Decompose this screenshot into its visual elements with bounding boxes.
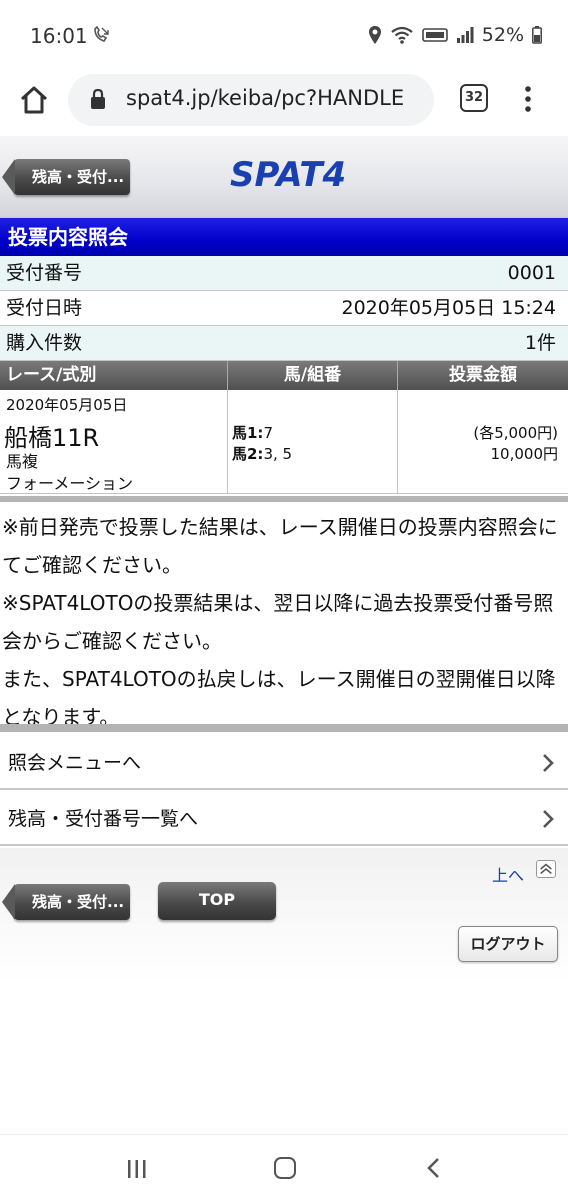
site-header: 残高・受付... SPAT4 (0, 136, 568, 218)
notice-text: ※前日発売で投票した結果は、レース開催日の投票内容照会にてご確認ください。 ※S… (2, 508, 566, 736)
header-horse: 馬/組番 (228, 361, 398, 390)
purchase-count-label: 購入件数 (6, 332, 83, 354)
battery-icon (532, 26, 542, 44)
home-icon[interactable] (16, 82, 52, 118)
horse2-value: 3, 5 (263, 445, 293, 463)
svg-text:SPAT4: SPAT4 (230, 155, 346, 194)
url-text: spat4.jp/keiba/pc?HANDLE (126, 86, 405, 110)
top-button[interactable]: TOP (158, 882, 276, 920)
scroll-top-link[interactable]: 上へ (492, 862, 524, 886)
system-nav-bar (0, 1134, 568, 1200)
page-title: 投票内容照会 (0, 218, 568, 256)
header-race: レース/式別 (0, 361, 228, 390)
balance-list-link[interactable]: 残高・受付番号一覧へ (0, 792, 568, 846)
inquiry-menu-label: 照会メニューへ (8, 752, 142, 774)
home-nav-icon[interactable] (274, 1157, 296, 1179)
footer-balance-back-button[interactable]: 残高・受付... (2, 884, 130, 920)
browser-toolbar: spat4.jp/keiba/pc?HANDLE 32 (0, 72, 568, 134)
recent-apps-icon[interactable] (126, 1159, 148, 1179)
horse2-label: 馬2: (232, 445, 264, 463)
bet-type: 馬複 (6, 452, 39, 471)
wifi-icon (391, 26, 413, 44)
status-icons: 52% (368, 24, 542, 46)
receipt-number-row: 受付番号 0001 (0, 256, 568, 291)
page-footer: 上へ 残高・受付... TOP ログアウト (0, 848, 568, 984)
receipt-number-label: 受付番号 (6, 262, 83, 284)
chevron-right-icon (543, 810, 554, 828)
signal-icon (456, 27, 474, 43)
address-bar[interactable]: spat4.jp/keiba/pc?HANDLE (68, 74, 434, 126)
receipt-date-value: 2020年05月05日 15:24 (341, 297, 556, 319)
divider (0, 724, 568, 732)
logout-button[interactable]: ログアウト (458, 926, 558, 962)
race-date: 2020年05月05日 (6, 396, 128, 414)
divider (0, 496, 568, 502)
status-time: 16:01 (30, 24, 88, 48)
bet-method: フォーメーション (6, 474, 134, 493)
horse1-value: 7 (263, 424, 273, 442)
volte-icon (421, 28, 448, 42)
amount-total: 10,000円 (490, 445, 559, 463)
receipt-date-row: 受付日時 2020年05月05日 15:24 (0, 291, 568, 326)
chevron-right-icon (543, 754, 554, 772)
column-divider (397, 390, 398, 494)
receipt-date-label: 受付日時 (6, 297, 83, 319)
purchase-count-row: 購入件数 1件 (0, 326, 568, 361)
notice-line: ※SPAT4LOTOの投票結果は、翌日以降に過去投票受付番号照会からご確認くださ… (2, 591, 554, 653)
inquiry-menu-link[interactable]: 照会メニューへ (0, 736, 568, 790)
chevron-up-icon[interactable] (536, 860, 556, 878)
horse1-combination: 馬1:7 (232, 422, 273, 443)
more-options-icon[interactable] (520, 84, 536, 114)
back-nav-icon[interactable] (426, 1157, 440, 1179)
amount-each: (各5,000円) (473, 424, 558, 442)
balance-list-label: 残高・受付番号一覧へ (8, 808, 199, 830)
status-bar: 16:01 52% (0, 0, 568, 72)
column-divider (227, 390, 228, 494)
horse1-label: 馬1: (232, 424, 264, 442)
call-forward-icon (94, 26, 109, 42)
bet-table-header: レース/式別 馬/組番 投票金額 (0, 361, 568, 390)
table-row: 2020年05月05日 船橋11R 馬複 フォーメーション 馬1:7 馬2:3,… (0, 390, 568, 494)
purchase-count-value: 1件 (524, 332, 556, 354)
horse2-combination: 馬2:3, 5 (232, 443, 292, 464)
spat4-logo: SPAT4 (230, 155, 346, 194)
tab-switcher-button[interactable]: 32 (460, 84, 488, 112)
location-icon (368, 26, 381, 44)
receipt-number-value: 0001 (507, 262, 556, 284)
balance-back-button[interactable]: 残高・受付... (2, 159, 130, 195)
notice-line: ※前日発売で投票した結果は、レース開催日の投票内容照会にてご確認ください。 (2, 515, 558, 577)
battery-percent: 52% (481, 24, 524, 46)
header-amount: 投票金額 (449, 365, 517, 385)
lock-icon (91, 88, 105, 109)
